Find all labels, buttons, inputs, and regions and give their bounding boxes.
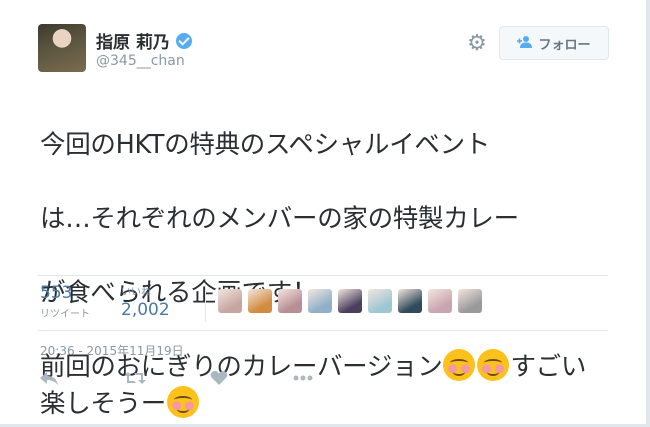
tweet-line: は…それぞれのメンバーの家の特製カレー <box>40 204 519 234</box>
stats-separator <box>205 284 206 322</box>
liker-avatar[interactable] <box>398 289 422 313</box>
divider <box>38 275 608 276</box>
timestamp[interactable]: 20:36 - 2015年11月19日 <box>40 342 184 359</box>
liker-avatar[interactable] <box>368 289 392 313</box>
tweet-line: 今回のHKTの特典のスペシャルイベント <box>40 130 491 160</box>
gear-icon[interactable]: ⚙ <box>466 33 488 55</box>
smiling-face-emoji-icon <box>443 349 476 381</box>
liker-avatar[interactable] <box>278 289 302 313</box>
divider <box>38 330 608 331</box>
display-name-text[interactable]: 指原 莉乃 <box>96 28 170 53</box>
liker-avatar[interactable] <box>248 289 272 313</box>
liker-avatar[interactable] <box>338 289 362 313</box>
verified-badge-icon <box>175 32 192 49</box>
retweet-stat[interactable]: 553 リツイート <box>40 283 90 320</box>
avatar[interactable] <box>38 24 86 72</box>
add-user-icon <box>517 35 533 52</box>
likes-label: いいね <box>121 287 151 298</box>
smiling-face-emoji-icon <box>477 349 510 381</box>
retweet-label: リツイート <box>40 309 90 320</box>
likes-count[interactable]: 2,002 <box>121 300 170 320</box>
more-icon[interactable] <box>292 370 314 392</box>
reply-icon[interactable] <box>38 370 60 392</box>
retweet-icon[interactable] <box>124 370 146 392</box>
retweet-count[interactable]: 553 <box>40 283 90 303</box>
follow-label: フォロー <box>538 37 591 53</box>
follow-button[interactable]: フォロー <box>499 26 609 60</box>
liker-avatar[interactable] <box>428 289 452 313</box>
liker-avatars <box>218 289 482 313</box>
right-border <box>646 0 650 427</box>
liker-avatar[interactable] <box>218 289 242 313</box>
likes-stat[interactable]: いいね 2,002 <box>121 283 170 320</box>
tweet-actions <box>38 370 314 392</box>
liker-avatar[interactable] <box>458 289 482 313</box>
liker-avatar[interactable] <box>308 289 332 313</box>
display-name[interactable]: 指原 莉乃 <box>96 28 192 53</box>
user-handle[interactable]: @345__chan <box>96 53 185 69</box>
like-icon[interactable] <box>208 370 230 392</box>
